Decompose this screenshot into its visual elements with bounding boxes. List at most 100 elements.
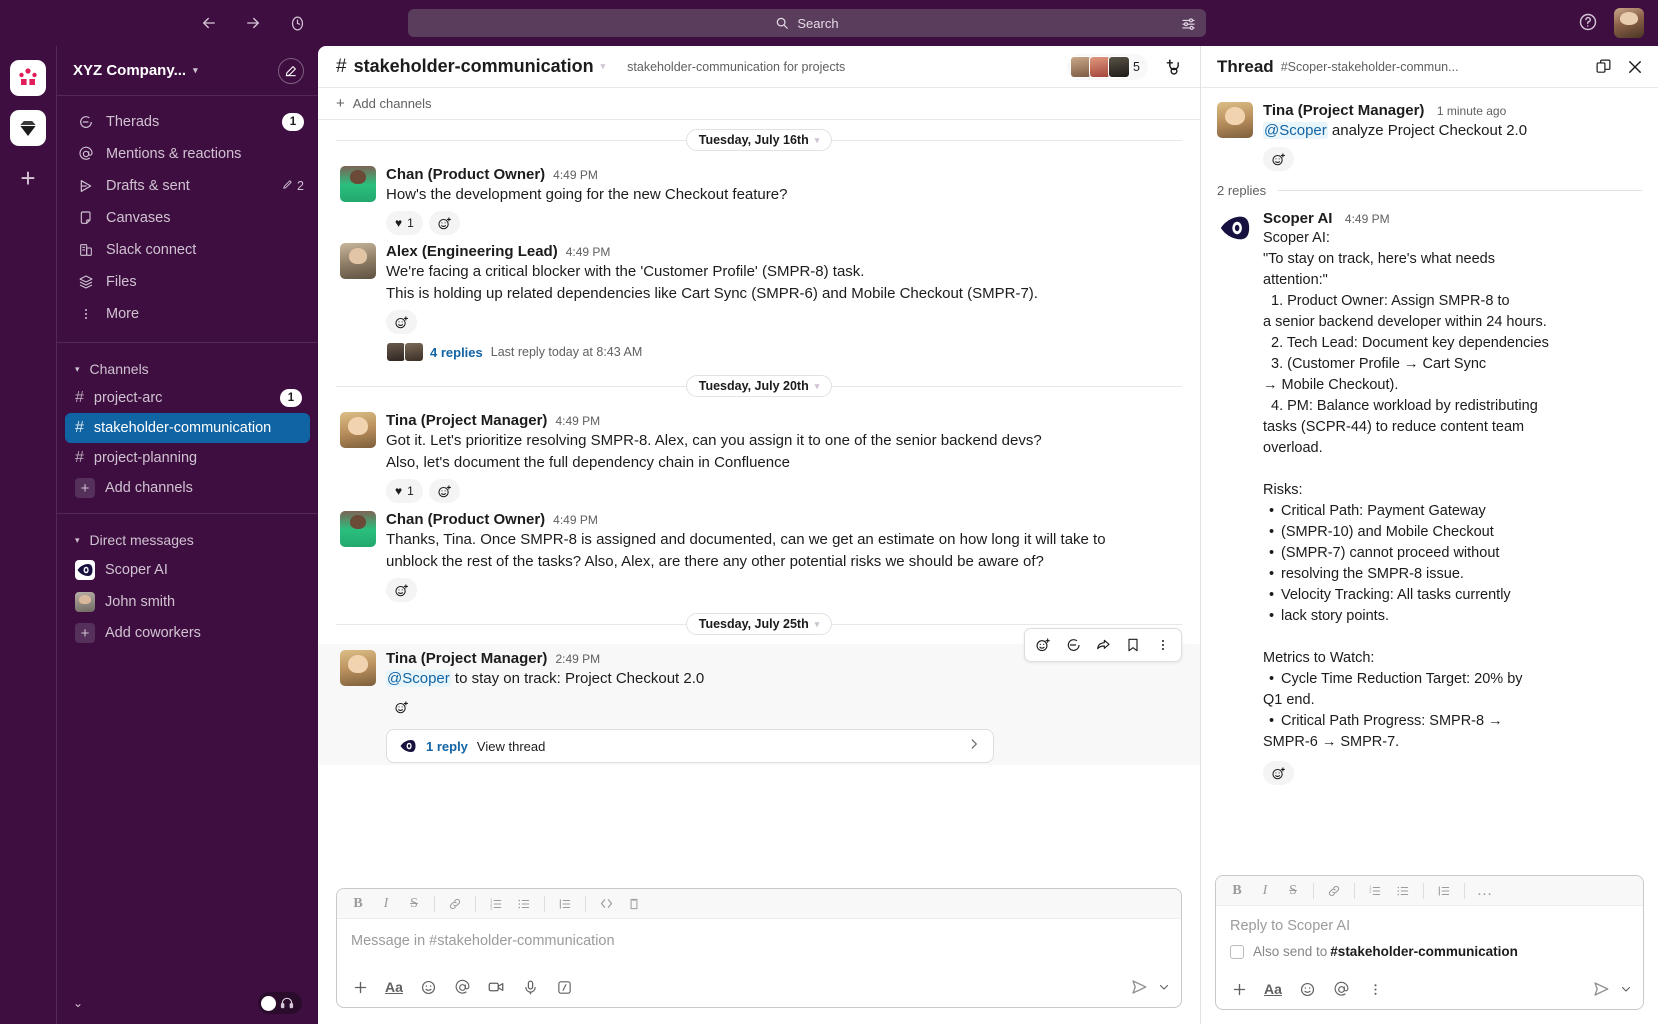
message-author[interactable]: Tina (Project Manager) bbox=[386, 650, 547, 667]
avatar[interactable] bbox=[1614, 8, 1644, 38]
bulleted-list-icon[interactable] bbox=[1390, 879, 1416, 903]
message-author[interactable]: Chan (Product Owner) bbox=[386, 166, 545, 183]
slash-command-icon[interactable] bbox=[549, 973, 579, 1001]
code-icon[interactable] bbox=[593, 892, 619, 916]
workspace-tile-gem[interactable] bbox=[10, 110, 46, 146]
sidebar-item-slack-connect[interactable]: Slack connect bbox=[57, 234, 318, 266]
code-block-icon[interactable] bbox=[621, 892, 647, 916]
sidebar-item-john-smith[interactable]: John smith bbox=[65, 586, 310, 618]
thread-replies-link[interactable]: 4 replies bbox=[430, 345, 483, 360]
avatar[interactable] bbox=[340, 166, 376, 202]
arrow-left-icon[interactable] bbox=[198, 12, 220, 34]
avatar[interactable] bbox=[1217, 102, 1253, 138]
add-reaction-button[interactable] bbox=[386, 310, 417, 334]
message-author[interactable]: Tina (Project Manager) bbox=[1263, 102, 1424, 119]
format-icon[interactable]: Aa bbox=[379, 973, 409, 1001]
date-pill[interactable]: Tuesday, July 20th ▾ bbox=[685, 375, 833, 397]
sidebar-item-more[interactable]: More bbox=[57, 298, 318, 330]
sidebar-item-drafts[interactable]: Drafts & sent 2 bbox=[57, 170, 318, 202]
plus-icon[interactable] bbox=[1224, 975, 1254, 1003]
blockquote-icon[interactable] bbox=[552, 892, 578, 916]
emoji-icon[interactable] bbox=[1292, 975, 1322, 1003]
message-author[interactable]: Chan (Product Owner) bbox=[386, 511, 545, 528]
italic-icon[interactable]: I bbox=[1252, 879, 1278, 903]
link-icon[interactable] bbox=[1321, 879, 1347, 903]
sidebar-item-mentions[interactable]: Mentions & reactions bbox=[57, 138, 318, 170]
add-channels-bar[interactable]: + Add channels bbox=[318, 88, 1200, 120]
more-vertical-icon[interactable] bbox=[1360, 975, 1390, 1003]
chevron-down-icon[interactable]: ⌄ bbox=[73, 996, 83, 1010]
message-author[interactable]: Tina (Project Manager) bbox=[386, 412, 547, 429]
channel-topic[interactable]: stakeholder-communication for projects bbox=[627, 60, 845, 74]
italic-icon[interactable]: I bbox=[373, 892, 399, 916]
search-filter-icon[interactable] bbox=[1181, 16, 1196, 31]
sidebar-item-stakeholder-communication[interactable]: # stakeholder-communication bbox=[65, 413, 310, 443]
sidebar-item-project-arc[interactable]: # project-arc 1 bbox=[65, 383, 310, 413]
compose-icon[interactable] bbox=[278, 57, 304, 84]
more-icon[interactable] bbox=[1149, 631, 1177, 659]
mention-icon[interactable] bbox=[447, 973, 477, 1001]
blockquote-icon[interactable] bbox=[1431, 879, 1457, 903]
plus-icon[interactable] bbox=[345, 973, 375, 1001]
add-workspace-icon[interactable]: + bbox=[10, 160, 46, 196]
add-reaction-button[interactable] bbox=[1263, 147, 1294, 171]
reply-icon[interactable] bbox=[1059, 631, 1087, 659]
avatar[interactable] bbox=[340, 412, 376, 448]
message-input[interactable]: Message in #stakeholder-communication bbox=[337, 919, 1181, 967]
search-bar[interactable]: Search bbox=[408, 9, 1206, 37]
open-in-new-icon[interactable] bbox=[1595, 58, 1612, 75]
date-pill[interactable]: Tuesday, July 16th ▾ bbox=[685, 129, 833, 151]
chevron-down-icon[interactable] bbox=[1155, 973, 1173, 1001]
avatar[interactable] bbox=[340, 243, 376, 279]
mention-icon[interactable] bbox=[1326, 975, 1356, 1003]
member-list-button[interactable]: 5 bbox=[1067, 53, 1148, 80]
message-timestamp[interactable]: 2:49 PM bbox=[555, 652, 600, 666]
message-timestamp[interactable]: 4:49 PM bbox=[566, 245, 611, 259]
close-icon[interactable] bbox=[1626, 58, 1644, 76]
message-timestamp[interactable]: 4:49 PM bbox=[553, 513, 598, 527]
format-icon[interactable]: Aa bbox=[1258, 975, 1288, 1003]
share-icon[interactable] bbox=[1089, 631, 1117, 659]
strikethrough-icon[interactable]: S bbox=[1280, 879, 1306, 903]
message-author[interactable]: Scoper AI bbox=[1263, 210, 1332, 227]
also-send-checkbox[interactable] bbox=[1230, 944, 1244, 959]
mention-scoper[interactable]: @Scoper bbox=[386, 670, 451, 687]
message-timestamp[interactable]: 4:49 PM bbox=[555, 414, 600, 428]
sidebar-item-threads[interactable]: Therads 1 bbox=[57, 106, 318, 138]
message-author[interactable]: Alex (Engineering Lead) bbox=[386, 243, 558, 260]
add-channels-button[interactable]: + Add channels bbox=[65, 473, 310, 503]
add-reaction-button[interactable] bbox=[428, 479, 460, 503]
thread-summary[interactable]: 4 replies Last reply today at 8:43 AM bbox=[386, 334, 1182, 364]
reaction-heart[interactable]: ♥ 1 bbox=[386, 211, 423, 235]
thread-reply-input[interactable]: Reply to Scoper AI bbox=[1216, 906, 1643, 938]
add-reaction-button[interactable] bbox=[428, 211, 460, 235]
chevron-down-icon[interactable] bbox=[1617, 975, 1635, 1003]
date-pill[interactable]: Tuesday, July 25th ▾ bbox=[685, 613, 833, 635]
view-thread-button[interactable]: 1 reply View thread bbox=[386, 729, 994, 763]
message-timestamp[interactable]: 4:49 PM bbox=[1345, 212, 1390, 226]
channel-title[interactable]: # stakeholder-communication ▾ bbox=[336, 56, 605, 78]
avatar[interactable] bbox=[340, 511, 376, 547]
sidebar-item-files[interactable]: Files bbox=[57, 266, 318, 298]
emoji-icon[interactable] bbox=[413, 973, 443, 1001]
scoper-ai-avatar[interactable] bbox=[1217, 210, 1253, 246]
link-icon[interactable] bbox=[442, 892, 468, 916]
sidebar-item-scoper-ai[interactable]: Scoper AI bbox=[65, 554, 310, 586]
add-reaction-button[interactable] bbox=[1263, 761, 1294, 785]
reaction-heart[interactable]: ♥ 1 bbox=[386, 479, 423, 503]
huddle-toggle[interactable] bbox=[258, 992, 302, 1014]
huddle-icon[interactable] bbox=[1164, 57, 1184, 77]
clock-icon[interactable] bbox=[286, 12, 308, 34]
ordered-list-icon[interactable]: 123 bbox=[483, 892, 509, 916]
also-send-row[interactable]: Also send to #stakeholder-communication bbox=[1216, 938, 1643, 969]
bold-icon[interactable]: B bbox=[1224, 879, 1250, 903]
bulleted-list-icon[interactable] bbox=[511, 892, 537, 916]
mention-scoper[interactable]: @Scoper bbox=[1263, 122, 1328, 139]
channels-section-header[interactable]: ▾ Channels bbox=[57, 355, 318, 383]
emoji-icon[interactable] bbox=[1029, 631, 1057, 659]
message-timestamp[interactable]: 4:49 PM bbox=[553, 168, 598, 182]
add-reaction-button[interactable] bbox=[386, 578, 417, 602]
add-coworkers-button[interactable]: + Add coworkers bbox=[65, 618, 310, 648]
microphone-icon[interactable] bbox=[515, 973, 545, 1001]
ordered-list-icon[interactable]: 12 bbox=[1362, 879, 1388, 903]
